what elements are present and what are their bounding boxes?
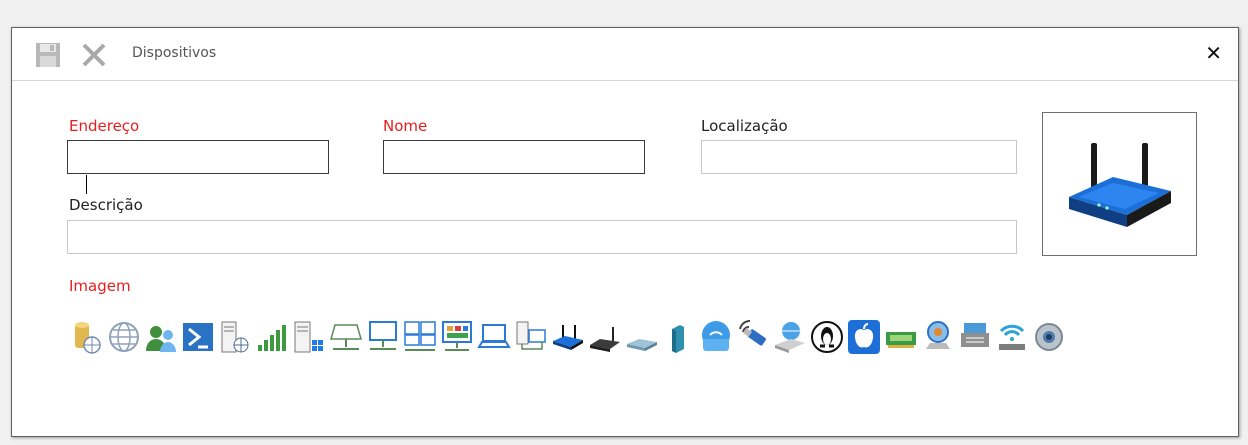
dialog-title: Dispositivos xyxy=(132,45,217,61)
powershell-icon[interactable] xyxy=(181,319,215,355)
cancel-icon[interactable] xyxy=(80,41,108,69)
image-gallery xyxy=(70,319,1180,355)
computers-network-icon[interactable] xyxy=(514,319,548,355)
nome-field[interactable] xyxy=(383,140,645,174)
server-globe-icon[interactable] xyxy=(218,319,252,355)
localizacao-field[interactable] xyxy=(701,140,1017,174)
dashboard-monitor-icon[interactable] xyxy=(440,319,474,355)
descricao-field[interactable] xyxy=(67,220,1017,254)
disk-globe-icon[interactable] xyxy=(773,319,807,355)
wireless-router-icon[interactable] xyxy=(551,319,585,355)
linux-icon[interactable] xyxy=(810,319,844,355)
descricao-label: Descrição xyxy=(69,196,143,214)
apple-icon[interactable] xyxy=(847,319,881,355)
signal-bars-icon[interactable] xyxy=(255,319,289,355)
multi-monitor-network-icon[interactable] xyxy=(403,319,437,355)
webcam-icon[interactable] xyxy=(921,319,955,355)
network-card-icon[interactable] xyxy=(884,319,918,355)
close-icon[interactable]: ✕ xyxy=(1205,41,1222,65)
dispositivos-dialog: Dispositivos ✕ Endereço Nome Localização… xyxy=(11,27,1239,437)
switch-icon[interactable] xyxy=(625,319,659,355)
nome-label: Nome xyxy=(383,117,428,135)
localizacao-label: Localização xyxy=(701,117,788,135)
endereco-label: Endereço xyxy=(69,117,140,135)
database-globe-icon[interactable] xyxy=(70,319,104,355)
endereco-field[interactable] xyxy=(67,140,329,174)
wifi-device-icon[interactable] xyxy=(995,319,1029,355)
webcam-eye-icon[interactable] xyxy=(1032,319,1066,355)
monitor-network-icon[interactable] xyxy=(366,319,400,355)
users-group-icon[interactable] xyxy=(144,319,178,355)
printer-server-icon[interactable] xyxy=(958,319,992,355)
image-preview xyxy=(1042,112,1197,256)
globe-icon[interactable] xyxy=(107,319,141,355)
wifi-access-point-icon[interactable] xyxy=(699,319,733,355)
save-icon[interactable] xyxy=(34,41,62,69)
wireless-router-icon xyxy=(1069,143,1171,227)
text-caret xyxy=(86,175,87,194)
router-icon[interactable] xyxy=(588,319,622,355)
network-drive-icon[interactable] xyxy=(329,319,363,355)
imagem-label: Imagem xyxy=(69,277,131,295)
server-windows-icon[interactable] xyxy=(292,319,326,355)
usb-wireless-icon[interactable] xyxy=(736,319,770,355)
laptop-icon[interactable] xyxy=(477,319,511,355)
tower-device-icon[interactable] xyxy=(662,319,696,355)
dialog-toolbar: Dispositivos ✕ xyxy=(12,28,1238,81)
